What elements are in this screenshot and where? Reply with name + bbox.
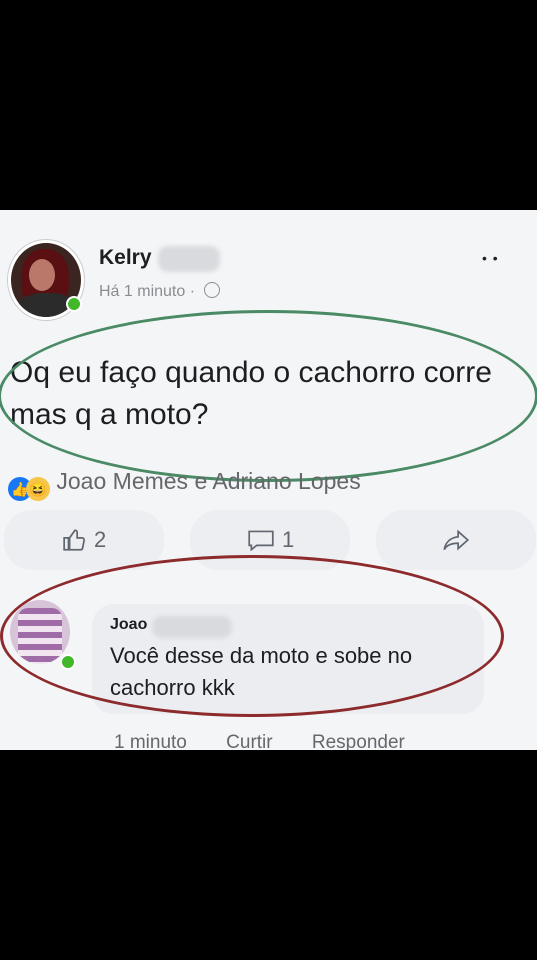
share-button[interactable] <box>376 510 536 570</box>
comment-reply-link[interactable]: Responder <box>312 732 405 750</box>
comment-time: 1 minuto <box>114 732 187 750</box>
more-icon[interactable]: • • <box>482 250 499 266</box>
like-count: 2 <box>93 527 107 552</box>
share-icon <box>443 529 470 551</box>
post-meta: Há 1 minuto · <box>99 282 220 301</box>
comment-like-link[interactable]: Curtir <box>226 732 272 750</box>
facebook-post-card: Kelry Há 1 minuto · • • Oq eu faço quand… <box>0 210 537 750</box>
post-time: Há 1 minuto <box>99 283 186 300</box>
red-highlight-circle <box>0 555 504 717</box>
meta-separator: · <box>189 283 196 300</box>
reactions-summary[interactable]: 👍😆 Joao Memes e Adriano Lopes <box>8 468 361 501</box>
like-button[interactable]: 2 <box>4 510 164 570</box>
blurred-name-area <box>158 246 220 272</box>
post-author-name[interactable]: Kelry <box>99 246 152 270</box>
comment-icon <box>248 530 274 552</box>
comment-actions: 1 minuto Curtir Responder <box>114 732 439 750</box>
reactions-names: Joao Memes e Adriano Lopes <box>56 468 361 494</box>
comment-count: 1 <box>281 527 295 552</box>
thumbs-up-icon <box>63 529 85 551</box>
online-status-dot <box>66 296 82 312</box>
green-highlight-circle <box>0 310 537 482</box>
globe-icon <box>203 282 220 298</box>
haha-reaction-icon: 😆 <box>26 477 50 501</box>
